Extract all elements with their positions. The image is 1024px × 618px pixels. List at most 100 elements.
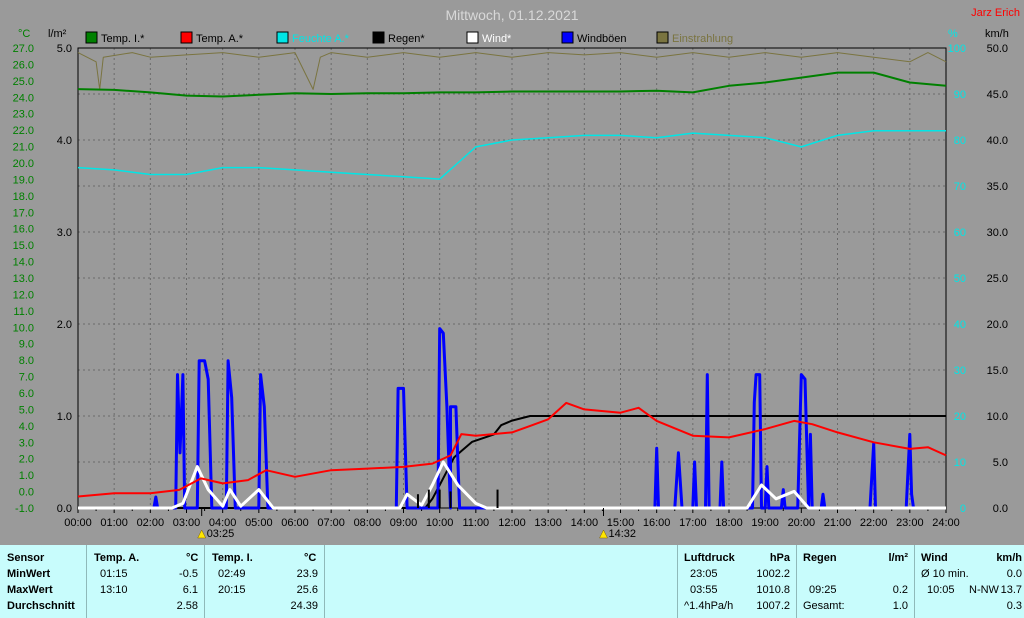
time-tick-label: 11:00 [462,517,489,529]
temp-tick-label: 27.0 [13,43,34,55]
temp-tick-label: 9.0 [19,339,34,351]
wind-title: Wind [921,552,948,564]
pressure-unit: hPa [769,552,790,564]
wind-max-dir: N-NW [969,584,999,596]
temp-a-max-val: 6.1 [182,584,198,596]
rain-max-val: 0.2 [892,584,908,596]
temp-tick-label: 2.0 [19,454,34,466]
temp-a-avg: 2.58 [176,600,198,612]
legend-label: Einstrahlung [672,33,733,45]
wind-tick-label: 50.0 [987,43,1008,55]
temp-tick-label: 0.0 [19,487,34,499]
hum-tick-label: 0 [960,503,966,515]
time-tick-label: 13:00 [534,517,562,529]
temp-i-min-time: 02:49 [218,568,246,580]
temp-tick-label: 8.0 [19,355,34,367]
time-tick-label: 08:00 [354,517,382,529]
time-tick-label: 17:00 [679,517,707,529]
pressure-trend: ^1.4hPa/h [684,600,734,612]
legend-swatch [561,31,574,44]
panel-temp-inside: Temp. I. °C 02:49 23.9 20:15 25.6 24.39 [205,545,325,618]
hum-tick-label: 100 [948,43,966,55]
chart-title: Mittwoch, 01.12.2021 [445,7,578,23]
wind-tick-label: 5.0 [993,457,1008,469]
temp-i-title: Temp. I. [212,552,253,564]
panel-pressure: Luftdruck hPa 23:05 1002.2 03:55 1010.8 … [678,545,797,618]
weather-chart: Mittwoch, 01.12.2021 Jarz Erich °C l/m² … [13,7,1020,540]
hum-tick-label: 80 [954,135,966,147]
panel-rain: Regen l/m² 09:25 0.2 Gesamt: 1.0 [797,545,915,618]
hum-unit: % [948,28,958,40]
time-tick-label: 03:00 [173,517,201,529]
rain-tick-label: 4.0 [57,135,72,147]
pressure-title: Luftdruck [684,552,735,564]
legend-swatch [276,31,289,44]
time-tick-label: 12:00 [498,517,526,529]
rain-total-label: Gesamt: [803,600,845,612]
temp-unit: °C [18,28,30,40]
temp-tick-label: 3.0 [19,437,34,449]
temp-i-avg: 24.39 [290,600,318,612]
temp-tick-label: 14.0 [13,257,34,269]
hum-tick-label: 50 [954,273,966,285]
temp-tick-label: 24.0 [13,92,34,104]
time-tick-label: 00:00 [64,517,92,529]
rain-max-time: 09:25 [809,584,837,596]
panel-divider [86,545,87,618]
legend-label: Temp. I.* [101,33,145,45]
wind-max-val: 13.7 [1000,584,1022,596]
legend-swatch [372,31,385,44]
temp-a-max-time: 13:10 [100,584,128,596]
time-tick-label: 16:00 [643,517,671,529]
rain-tick-label: 0.0 [57,503,72,515]
sunset-icon [599,529,608,539]
legend-label: Regen* [388,33,425,45]
temp-i-max-time: 20:15 [218,584,246,596]
rain-stat-unit: l/m² [888,552,908,564]
temp-a-min-val: -0.5 [179,568,198,580]
temp-a-unit: °C [186,552,199,564]
temp-i-min-val: 23.9 [296,568,318,580]
author-label: Jarz Erich [971,7,1020,19]
hum-tick-label: 40 [954,319,966,331]
pressure-max-val: 1010.8 [756,584,790,596]
temp-a-min-time: 01:15 [100,568,128,580]
time-tick-label: 24:00 [932,517,960,529]
wind-tick-label: 30.0 [987,227,1008,239]
hum-tick-label: 90 [954,89,966,101]
hum-tick-label: 10 [954,457,966,469]
hum-tick-label: 20 [954,411,966,423]
wind-stat-unit: km/h [996,552,1022,564]
pressure-min-time: 23:05 [690,568,718,580]
temp-tick-label: 18.0 [13,191,34,203]
sunset-label: 14:32 [609,528,637,540]
temp-tick-label: 4.0 [19,421,34,433]
temp-a-title: Temp. A. [94,552,140,564]
time-tick-label: 19:00 [751,517,779,529]
legend-swatch [85,31,98,44]
temp-tick-label: 6.0 [19,388,34,400]
rain-tick-label: 2.0 [57,319,72,331]
panel-wind: Wind km/h Ø 10 min. 0.0 10:05 N-NW 13.7 … [915,545,1024,618]
temp-tick-label: 11.0 [13,306,34,318]
max-label: MaxWert [7,584,53,596]
axis-labels: 00:00 01:00 02:00 03:00 04:00 05:00 06:00 07:00… [13,43,1008,529]
hum-tick-label: 60 [954,227,966,239]
temp-tick-label: 7.0 [19,372,34,384]
panel-temp-outside: Sensor Temp. A. °C MinWert 01:15 -0.5 Ma… [0,545,205,618]
panel-empty [325,545,678,618]
time-tick-label: 07:00 [317,517,345,529]
temp-tick-label: 12.0 [13,289,34,301]
rain-title: Regen [803,552,837,564]
wind-tick-label: 0.0 [993,503,1008,515]
temp-i-unit: °C [304,552,317,564]
time-tick-label: 18:00 [715,517,743,529]
temp-tick-label: 17.0 [13,207,34,219]
wind-tick-label: 20.0 [987,319,1008,331]
legend-swatch [656,31,669,44]
sensor-header: Sensor [7,552,45,564]
wind-tick-label: 15.0 [987,365,1008,377]
legend: Temp. I.* Temp. A.* Feuchte A.* Regen* Wind*… [85,31,733,45]
temp-tick-label: -1.0 [15,503,34,515]
wind-unit: km/h [985,28,1009,40]
